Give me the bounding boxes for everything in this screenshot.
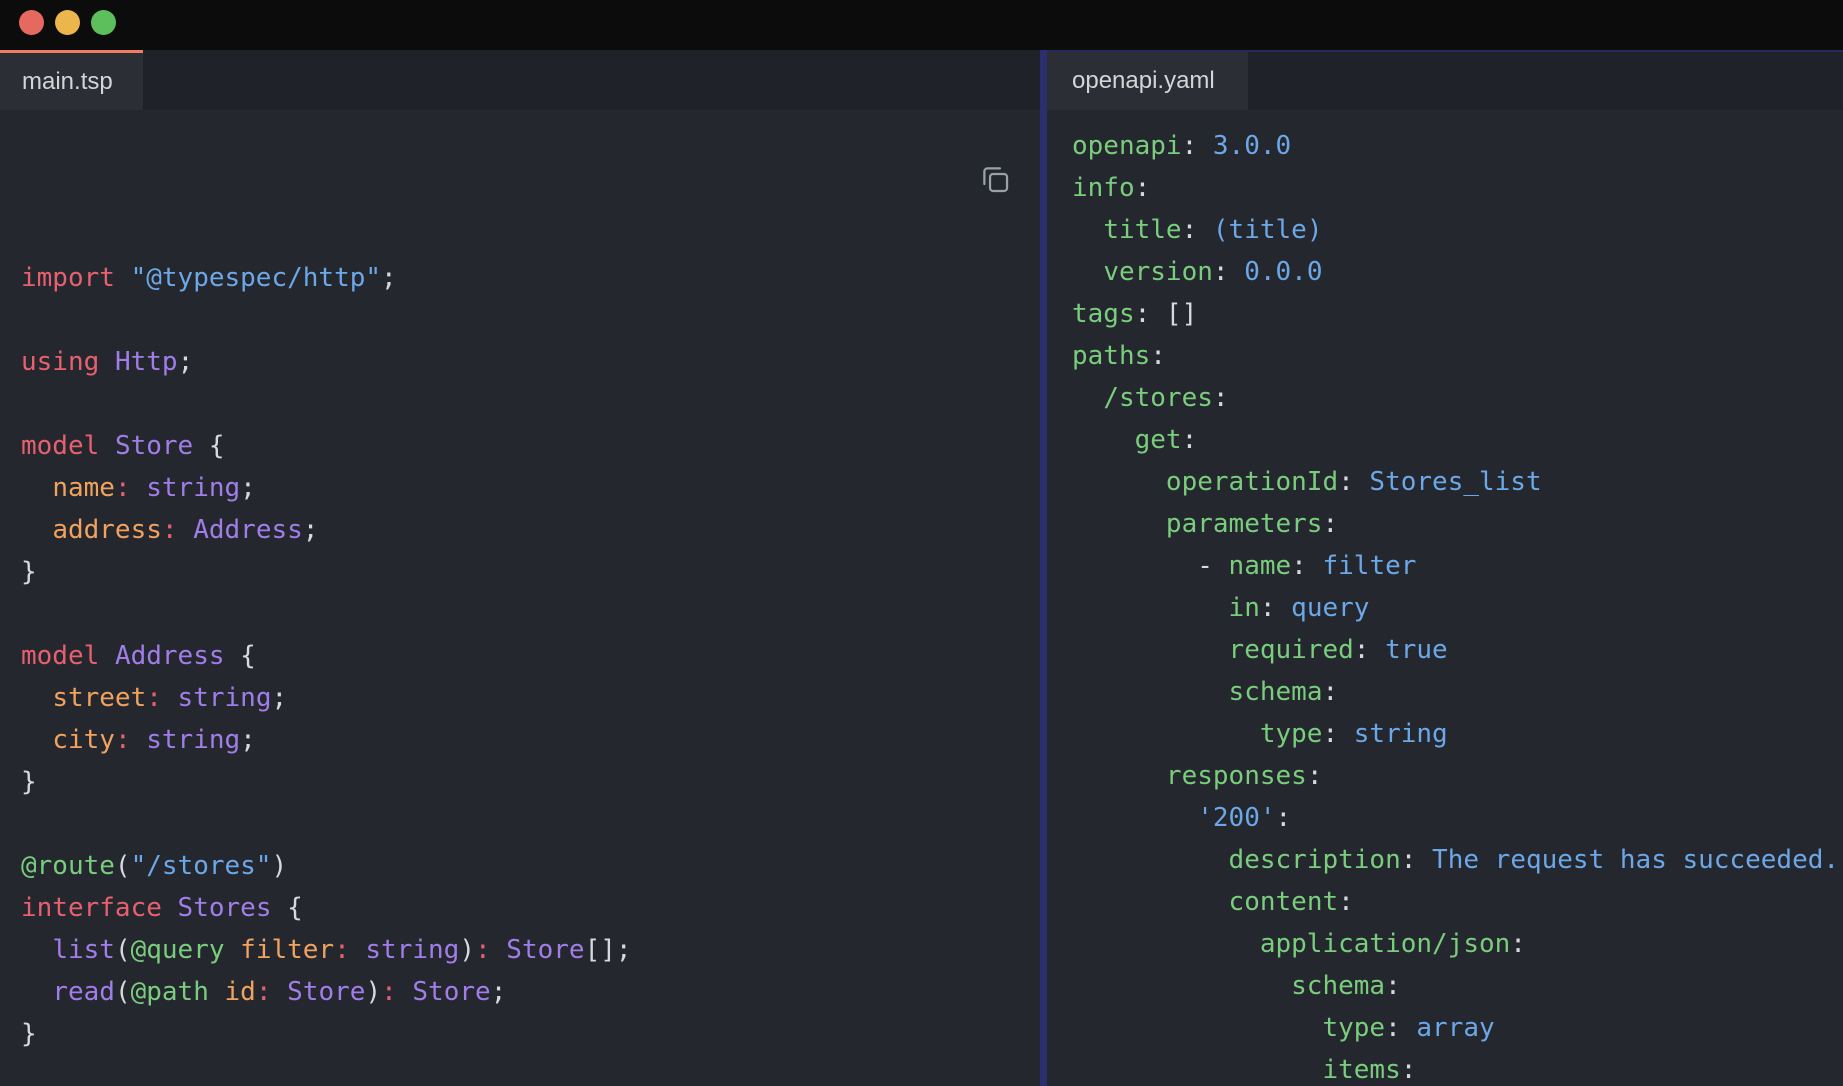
code-line (21, 593, 1040, 635)
code-line: address: Address; (21, 509, 1040, 551)
code-line: import "@typespec/http"; (21, 257, 1040, 299)
code-line: list(@query filter: string): Store[]; (21, 929, 1040, 971)
code-line: schema: (1072, 671, 1843, 713)
window-titlebar (0, 0, 1843, 50)
code-line: using Http; (21, 341, 1040, 383)
code-line: city: string; (21, 719, 1040, 761)
code-line: name: string; (21, 467, 1040, 509)
openapi-output-pane: openapi.yaml openapi: 3.0.0info: title: … (1047, 50, 1843, 1086)
code-line: items: (1072, 1049, 1843, 1086)
pane-divider[interactable] (1040, 50, 1047, 1086)
tab-main-tsp[interactable]: main.tsp (0, 50, 143, 110)
typespec-code-editor[interactable]: import "@typespec/http"; using Http; model… (0, 110, 1040, 1086)
code-line: schema: (1072, 965, 1843, 1007)
code-line: type: array (1072, 1007, 1843, 1049)
code-line: '200': (1072, 797, 1843, 839)
code-line: get: (1072, 419, 1843, 461)
tab-label: main.tsp (22, 68, 113, 96)
code-line: } (21, 1013, 1040, 1055)
zoom-window-button[interactable] (91, 10, 116, 35)
app-window: main.tsp import "@typespec/http"; using H… (0, 0, 1843, 1086)
code-line: operationId: Stores_list (1072, 461, 1843, 503)
code-line: responses: (1072, 755, 1843, 797)
code-line: title: (title) (1072, 209, 1843, 251)
code-line: type: string (1072, 713, 1843, 755)
code-line: } (21, 761, 1040, 803)
typespec-editor-pane: main.tsp import "@typespec/http"; using H… (0, 50, 1040, 1086)
code-line: read(@path id: Store): Store; (21, 971, 1040, 1013)
code-line: info: (1072, 167, 1843, 209)
code-line (21, 803, 1040, 845)
code-line: parameters: (1072, 503, 1843, 545)
code-line: openapi: 3.0.0 (1072, 125, 1843, 167)
code-line: required: true (1072, 629, 1843, 671)
code-line: paths: (1072, 335, 1843, 377)
code-line (21, 299, 1040, 341)
tab-label: openapi.yaml (1072, 67, 1215, 95)
code-line: } (21, 551, 1040, 593)
code-line: tags: [] (1072, 293, 1843, 335)
code-line: application/json: (1072, 923, 1843, 965)
minimize-window-button[interactable] (55, 10, 80, 35)
code-line: - name: filter (1072, 545, 1843, 587)
right-tab-bar: openapi.yaml (1047, 50, 1843, 110)
code-line (21, 383, 1040, 425)
close-window-button[interactable] (19, 10, 44, 35)
code-line: content: (1072, 881, 1843, 923)
code-line: /stores: (1072, 377, 1843, 419)
copy-icon (978, 162, 1012, 196)
code-line: model Address { (21, 635, 1040, 677)
tab-openapi-yaml[interactable]: openapi.yaml (1047, 52, 1248, 110)
code-line: description: The request has succeeded. (1072, 839, 1843, 881)
code-line: version: 0.0.0 (1072, 251, 1843, 293)
left-tab-bar: main.tsp (0, 50, 1040, 110)
code-line: @route("/stores") (21, 845, 1040, 887)
code-line: in: query (1072, 587, 1843, 629)
code-line: interface Stores { (21, 887, 1040, 929)
code-line: model Store { (21, 425, 1040, 467)
editor-panes: main.tsp import "@typespec/http"; using H… (0, 50, 1843, 1086)
traffic-lights (19, 10, 116, 35)
copy-button[interactable] (978, 132, 1014, 170)
code-line: street: string; (21, 677, 1040, 719)
openapi-yaml-viewer: openapi: 3.0.0info: title: (title) versi… (1047, 110, 1843, 1086)
